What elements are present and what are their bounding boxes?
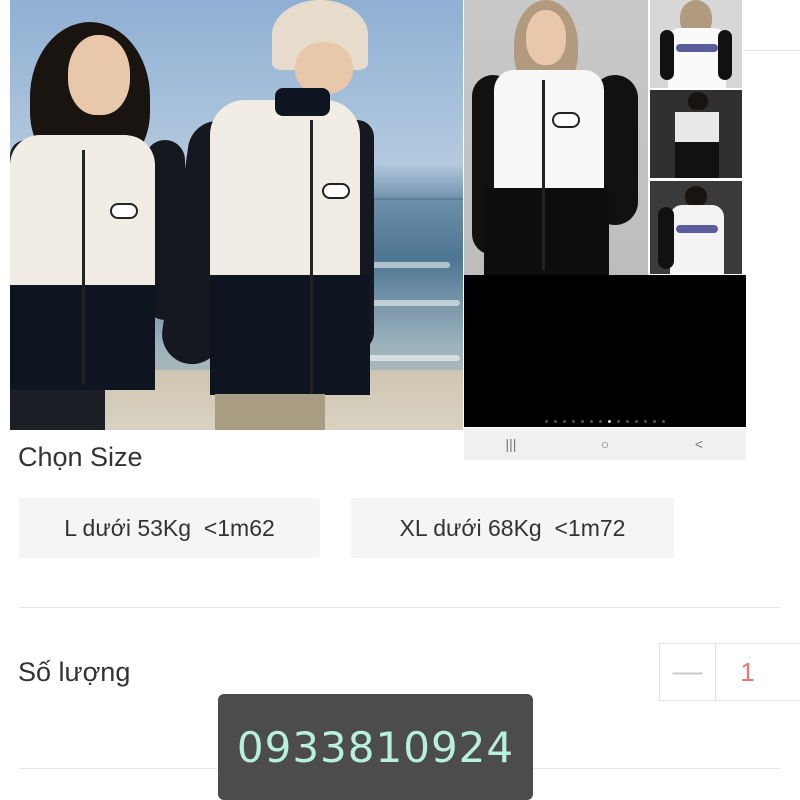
pagination-dot[interactable] (581, 420, 584, 423)
recents-icon[interactable]: ||| (486, 436, 536, 452)
product-photo-main[interactable] (10, 0, 463, 430)
thumbnail-model-back[interactable] (650, 181, 742, 274)
phone-overlay: 0933810924 (218, 694, 533, 800)
gallery-edge (743, 0, 800, 51)
size-section-title: Chọn Size (18, 442, 143, 472)
back-icon[interactable]: < (674, 436, 724, 452)
pagination-dot[interactable] (554, 420, 557, 423)
pagination-dot[interactable] (662, 420, 665, 423)
pagination-dot[interactable] (545, 420, 548, 423)
quantity-value[interactable]: 1 (716, 644, 800, 700)
android-nav-bar: ||| ○ < (464, 428, 746, 460)
pagination-dot[interactable] (572, 420, 575, 423)
quantity-stepper: — 1 (659, 643, 800, 701)
pagination-dot[interactable] (590, 420, 593, 423)
pagination-dot[interactable] (608, 420, 611, 423)
thumbnail-back-print[interactable] (650, 0, 742, 88)
home-icon[interactable]: ○ (580, 436, 630, 452)
size-option-xl[interactable]: XL dưới 68Kg <1m72 (351, 498, 674, 558)
pagination-dot[interactable] (617, 420, 620, 423)
video-panel[interactable] (464, 275, 746, 427)
divider (19, 607, 780, 608)
pagination-dot[interactable] (599, 420, 602, 423)
wave (370, 300, 460, 306)
thumbnail-model-front[interactable] (650, 90, 742, 178)
size-option-l[interactable]: L dưới 53Kg <1m62 (19, 498, 320, 558)
decrease-quantity-button[interactable]: — (660, 644, 716, 700)
pagination-dot[interactable] (563, 420, 566, 423)
quantity-label: Số lượng (18, 657, 131, 687)
pagination-dot[interactable] (635, 420, 638, 423)
pagination-dot[interactable] (626, 420, 629, 423)
pagination-dot[interactable] (644, 420, 647, 423)
pagination-dot[interactable] (653, 420, 656, 423)
phone-number: 0933810924 (236, 722, 515, 772)
gallery-pagination (464, 420, 746, 423)
product-photo-front-view[interactable] (464, 0, 648, 275)
